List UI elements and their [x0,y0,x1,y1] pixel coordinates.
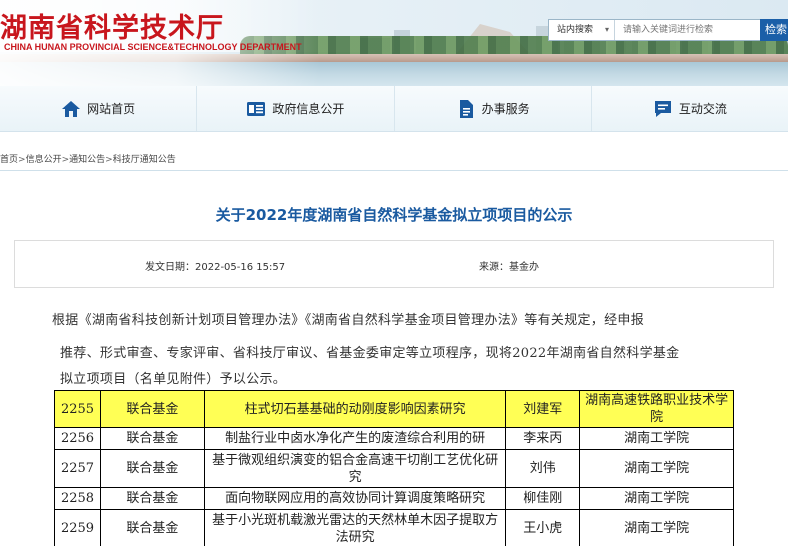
article-source-value: 基金办 [509,262,539,273]
nav-item-home[interactable]: 网站首页 [0,86,198,131]
breadcrumb-divider [0,170,788,171]
nav-item-gov-info[interactable]: 政府信息公开 [197,86,395,131]
breadcrumb-item[interactable]: 通知公告 [69,155,105,165]
document-icon [459,99,473,118]
table-row: 2255 联合基金 柱式切石基基础的动刚度影响因素研究 刘建军 湖南高速铁路职业… [54,390,734,428]
nav-item-services[interactable]: 办事服务 [395,86,592,131]
cell-principal: 李来丙 [505,427,581,450]
chevron-down-icon: ▾ [604,25,609,34]
breadcrumb-item[interactable]: 科技厅通知公告 [113,155,176,165]
breadcrumb: 首页>信息公开>通知公告>科技厅通知公告 [0,152,176,165]
cell-project-title: 基于小光斑机载激光雷达的天然林单木因子提取方法研究 [203,509,507,546]
search-bar: 站内搜索 ▾ 检索 [548,19,788,41]
nav-item-label: 互动交流 [678,102,727,116]
cell-project-no: 2255 [54,390,101,428]
cell-project-no: 2259 [54,509,101,546]
home-icon [62,100,81,117]
search-scope-select[interactable]: 站内搜索 ▾ [549,20,615,40]
cell-project-title: 制盐行业中卤水净化产生的废渣综合利用的研 [203,427,507,450]
cell-institution: 湖南工学院 [579,449,734,488]
article-meta: 发文日期：2022-05-16 15:57 来源：基金办 [14,240,774,288]
cell-institution: 湖南工学院 [579,427,734,450]
breadcrumb-item[interactable]: 信息公开 [26,155,62,165]
publish-date-value: 2022-05-16 15:57 [195,262,286,273]
cell-project-no: 2257 [54,449,101,488]
cell-fund-type: 联合基金 [99,509,205,546]
cell-fund-type: 联合基金 [99,427,205,450]
breadcrumb-item[interactable]: 首页 [0,155,18,165]
article-title: 关于2022年度湖南省自然科学基金拟立项项目的公示 [215,206,573,224]
nav-item-label: 政府信息公开 [272,102,345,116]
publish-date: 发文日期：2022-05-16 15:57 [145,258,285,273]
table-row: 2256 联合基金 制盐行业中卤水净化产生的废渣综合利用的研 李来丙 湖南工学院 [54,427,734,450]
cell-project-title: 面向物联网应用的高效协同计算调度策略研究 [203,487,507,510]
cell-institution: 湖南工学院 [579,509,734,546]
article-source: 来源：基金办 [479,258,539,273]
breadcrumb-separator: > [105,155,113,165]
search-scope-label: 站内搜索 [557,25,594,35]
search-button[interactable]: 检索 [760,19,788,41]
table-row: 2258 联合基金 面向物联网应用的高效协同计算调度策略研究 柳佳刚 湖南工学院 [54,487,734,510]
info-card-icon [247,101,266,116]
publish-date-label: 发文日期： [145,262,195,273]
cell-project-no: 2256 [54,427,101,450]
main-nav: 网站首页 政府信息公开 办事服务 互动交流 [0,86,788,132]
cell-fund-type: 联合基金 [99,390,205,428]
site-subtitle: CHINA HUNAN PROVINCIAL SCIENCE&TECHNOLOG… [4,42,302,52]
nav-item-label: 办事服务 [481,102,530,116]
cell-principal: 刘伟 [505,449,581,488]
table-row: 2259 联合基金 基于小光斑机载激光雷达的天然林单木因子提取方法研究 王小虎 … [54,509,734,546]
cell-project-title: 柱式切石基基础的动刚度影响因素研究 [203,390,507,428]
breadcrumb-separator: > [61,155,70,165]
breadcrumb-separator: > [18,155,26,165]
cell-principal: 刘建军 [505,390,581,428]
nav-item-label: 网站首页 [87,102,136,116]
article-source-label: 来源： [479,262,509,273]
article-paragraph-line: 根据《湖南省科技创新计划项目管理办法》《湖南省自然科学基金项目管理办法》等有关规… [52,313,645,328]
table-row: 2257 联合基金 基于微观组织演变的铝合金高速干切削工艺优化研究 刘伟 湖南工… [54,449,734,488]
search-input[interactable] [615,20,760,40]
article-paragraph-line: 拟立项项目（名单见附件）予以公示。 [60,372,287,387]
article-paragraph-line: 推荐、形式审查、专家评审、省科技厅审议、省基金委审定等立项程序，现将2022年湖… [60,346,680,361]
cell-institution: 湖南工学院 [579,487,734,510]
cell-project-no: 2258 [54,487,101,510]
project-table: 2255 联合基金 柱式切石基基础的动刚度影响因素研究 刘建军 湖南高速铁路职业… [54,390,734,546]
cell-institution: 湖南高速铁路职业技术学院 [579,390,734,428]
cell-fund-type: 联合基金 [99,487,205,510]
cell-project-title: 基于微观组织演变的铝合金高速干切削工艺优化研究 [203,449,507,488]
cell-principal: 柳佳刚 [505,487,581,510]
cell-fund-type: 联合基金 [99,449,205,488]
chat-icon [654,100,671,117]
cell-principal: 王小虎 [505,509,581,546]
header-banner: 湖南省科学技术厅 CHINA HUNAN PROVINCIAL SCIENCE&… [0,0,788,86]
site-title[interactable]: 湖南省科学技术厅 [0,6,224,45]
nav-item-interaction[interactable]: 互动交流 [592,86,788,131]
